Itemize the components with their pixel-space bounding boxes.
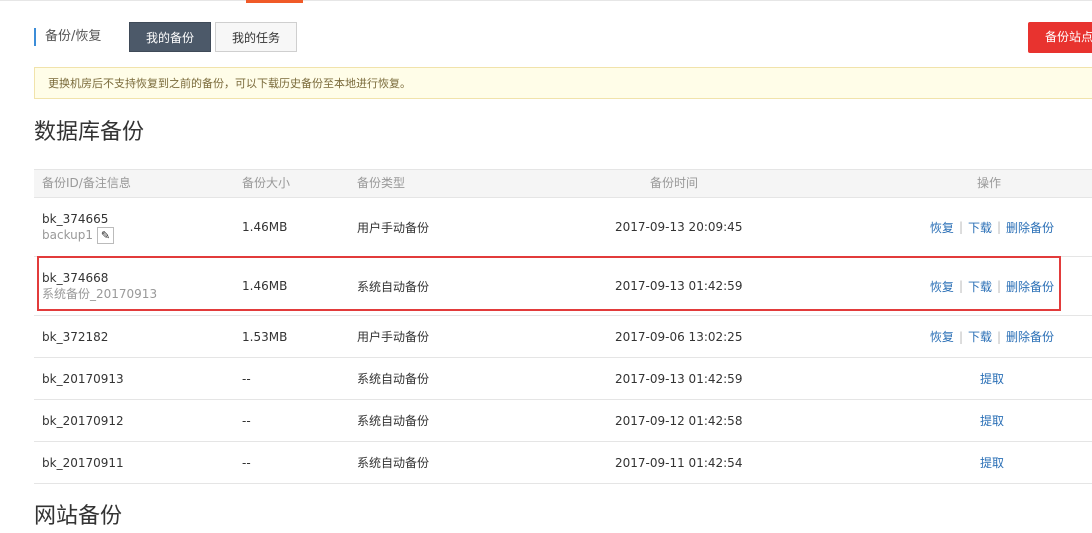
backup-id: bk_374665 [42, 211, 109, 226]
notice-banner: 更换机房后不支持恢复到之前的备份，可以下载历史备份至本地进行恢复。 [34, 67, 1092, 99]
top-divider [0, 0, 1092, 1]
tab-my-backups[interactable]: 我的备份 [129, 22, 211, 52]
backup-time: 2017-09-11 01:42:54 [615, 455, 743, 470]
restore-link[interactable]: 恢复 [930, 278, 954, 295]
col-header-time: 备份时间 [650, 176, 699, 190]
backup-note: backup1 [42, 227, 94, 242]
row-actions: 提取 [927, 358, 1057, 399]
restore-link[interactable]: 恢复 [930, 328, 954, 345]
table-row: bk_374668 系统备份_20170913 1.46MB 系统自动备份 20… [34, 257, 1092, 316]
backup-type: 系统自动备份 [357, 372, 430, 386]
backup-type: 系统自动备份 [357, 414, 430, 428]
backup-type: 系统自动备份 [357, 456, 430, 470]
tab-my-tasks[interactable]: 我的任务 [215, 22, 297, 52]
delete-backup-link[interactable]: 删除备份 [1006, 278, 1054, 295]
backup-type: 系统自动备份 [357, 279, 430, 294]
backup-type: 用户手动备份 [357, 330, 430, 344]
table-row: bk_20170913 -- 系统自动备份 2017-09-13 01:42:5… [34, 358, 1092, 400]
row-actions: 恢复 | 下载 | 删除备份 [929, 219, 1055, 236]
backup-time: 2017-09-06 13:02:25 [615, 329, 743, 344]
col-header-id: 备份ID/备注信息 [42, 176, 131, 190]
backup-size: 1.53MB [242, 329, 288, 344]
backup-site-button[interactable]: 备份站点 [1028, 22, 1092, 53]
row-actions: 恢复 | 下载 | 删除备份 [929, 278, 1055, 295]
backup-id: bk_20170912 [42, 413, 124, 428]
row-actions: 恢复 | 下载 | 删除备份 [929, 328, 1055, 345]
col-header-type: 备份类型 [357, 176, 406, 190]
backup-time: 2017-09-13 01:42:59 [615, 279, 743, 293]
backup-id: bk_20170913 [42, 371, 124, 386]
backup-size: -- [242, 371, 251, 386]
backup-size: -- [242, 455, 251, 470]
backup-size: 1.46MB [242, 279, 288, 293]
pencil-icon[interactable]: ✎ [97, 226, 115, 244]
db-backup-table: 备份ID/备注信息 备份大小 备份类型 备份时间 操作 bk_374665 ba… [34, 169, 1092, 484]
db-backup-title: 数据库备份 [34, 120, 145, 145]
download-link[interactable]: 下载 [968, 219, 992, 236]
backup-type: 用户手动备份 [357, 220, 430, 235]
col-header-ops: 操作 [977, 176, 1002, 190]
table-row: bk_20170911 -- 系统自动备份 2017-09-11 01:42:5… [34, 442, 1092, 484]
backup-size: -- [242, 413, 251, 428]
restore-link[interactable]: 恢复 [930, 219, 954, 236]
backup-id: bk_372182 [42, 329, 109, 344]
site-backup-title: 网站备份 [34, 504, 123, 529]
delete-backup-link[interactable]: 删除备份 [1006, 219, 1054, 236]
table-row: bk_20170912 -- 系统自动备份 2017-09-12 01:42:5… [34, 400, 1092, 442]
col-header-size: 备份大小 [242, 176, 291, 190]
download-link[interactable]: 下载 [968, 278, 992, 295]
section-label: 备份/恢复 [34, 28, 101, 46]
backup-note: 系统备份_20170913 [42, 286, 158, 301]
extract-link[interactable]: 提取 [980, 370, 1004, 387]
extract-link[interactable]: 提取 [980, 454, 1004, 471]
backup-time: 2017-09-12 01:42:58 [615, 413, 743, 428]
delete-backup-link[interactable]: 删除备份 [1006, 328, 1054, 345]
backup-id: bk_374668 [42, 270, 109, 285]
row-actions: 提取 [927, 400, 1057, 441]
table-header: 备份ID/备注信息 备份大小 备份类型 备份时间 操作 [34, 169, 1092, 198]
table-row: bk_372182 1.53MB 用户手动备份 2017-09-06 13:02… [34, 316, 1092, 358]
backup-size: 1.46MB [242, 220, 288, 234]
extract-link[interactable]: 提取 [980, 412, 1004, 429]
backup-id: bk_20170911 [42, 455, 124, 470]
download-link[interactable]: 下载 [968, 328, 992, 345]
row-actions: 提取 [927, 442, 1057, 483]
backup-time: 2017-09-13 20:09:45 [615, 220, 743, 234]
table-row: bk_374665 backup1 ✎ 1.46MB 用户手动备份 2017-09… [34, 198, 1092, 257]
top-active-indicator [246, 0, 303, 3]
backup-time: 2017-09-13 01:42:59 [615, 371, 743, 386]
